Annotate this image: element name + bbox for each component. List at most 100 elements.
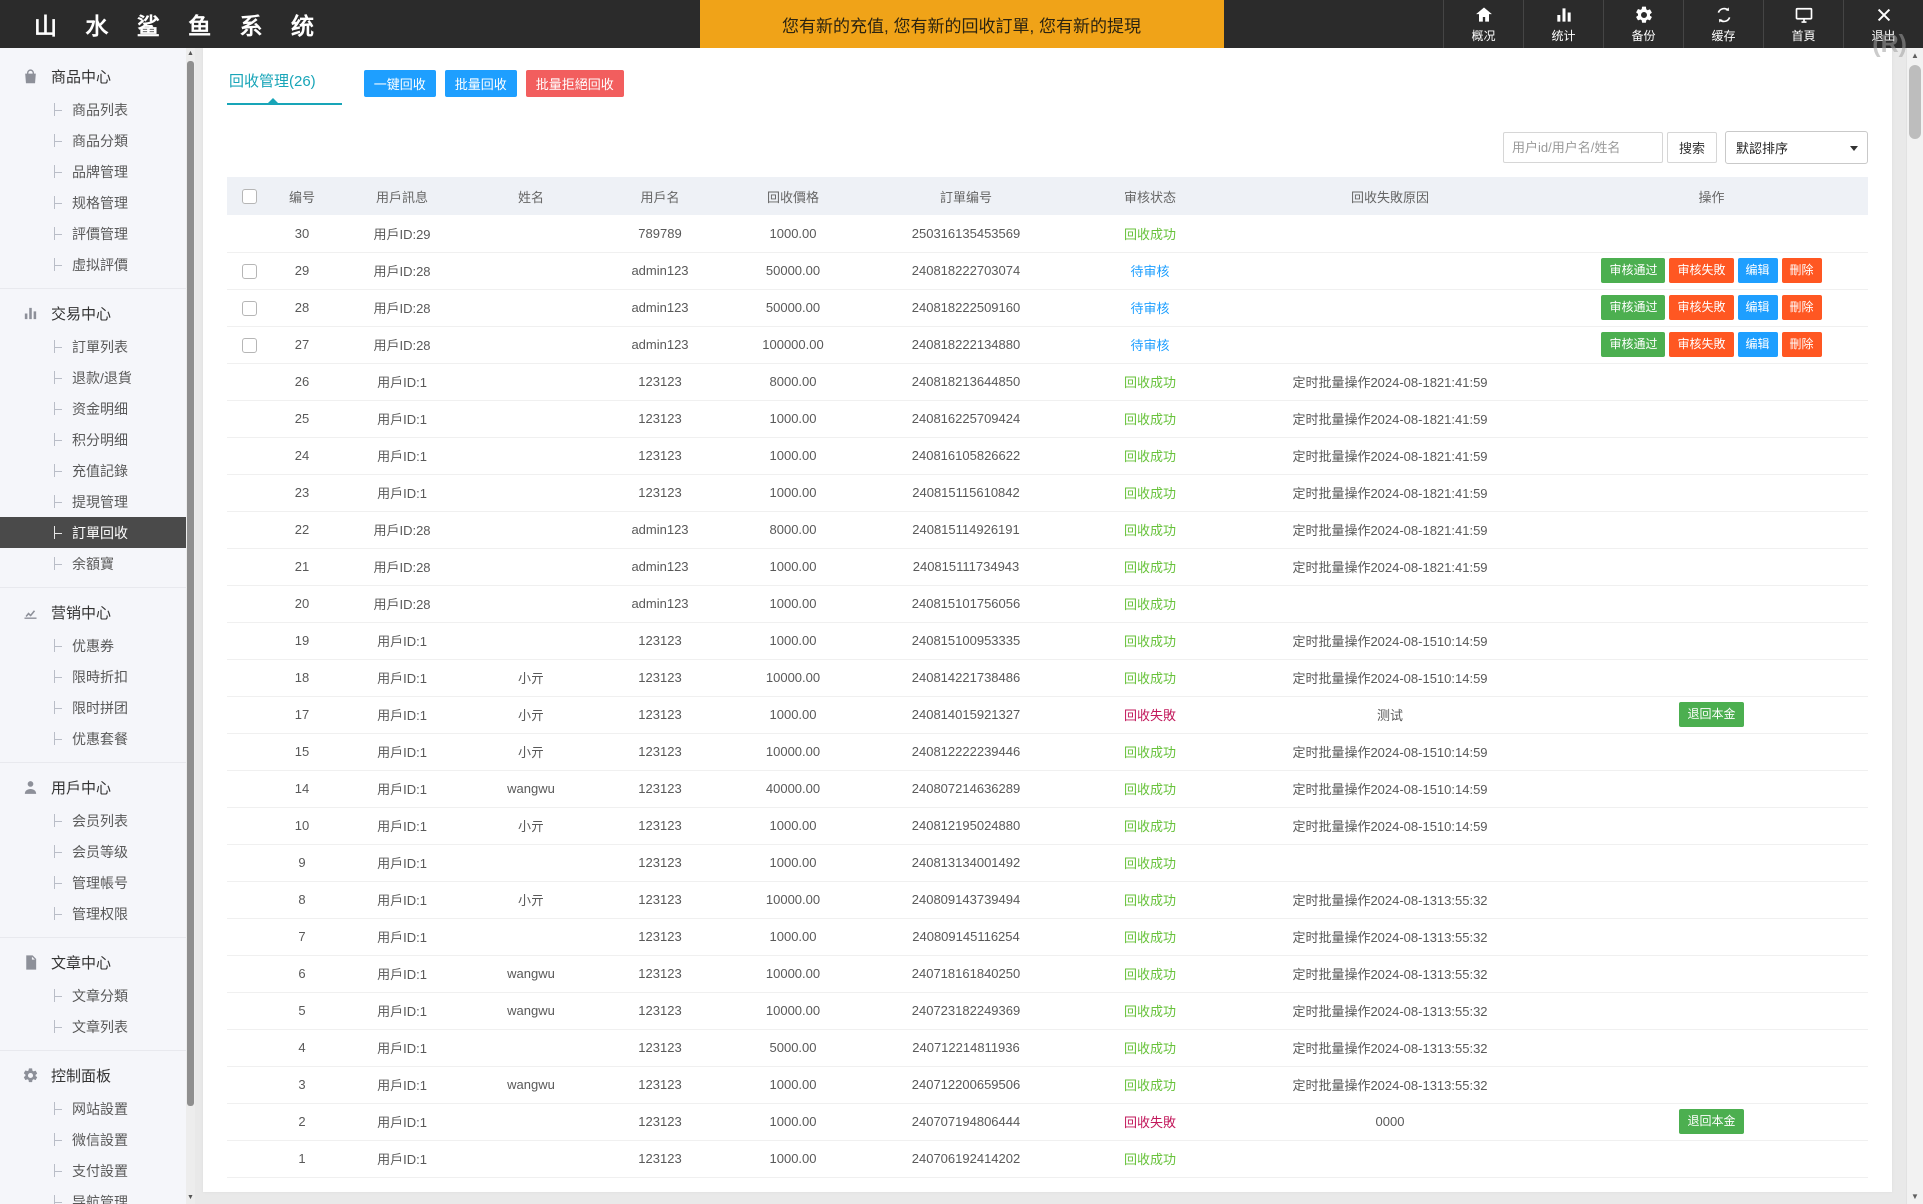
sidebar-item[interactable]: 积分明细 — [0, 424, 186, 455]
fail-reason — [1225, 585, 1555, 623]
fail-reason — [1225, 844, 1555, 882]
delete-button[interactable]: 刪除 — [1781, 258, 1822, 283]
recycle-price: 5000.00 — [729, 1029, 857, 1067]
status-badge: 回收成功 — [1075, 363, 1225, 401]
sidebar-item[interactable]: 虛拟評價 — [0, 249, 186, 280]
sidebar-item[interactable]: 商品分類 — [0, 125, 186, 156]
one-click-recycle-button[interactable]: 一键回收 — [363, 70, 436, 97]
edit-button[interactable]: 编辑 — [1737, 332, 1778, 357]
notification-banner[interactable]: 您有新的充值, 您有新的回收訂單, 您有新的提現 — [699, 0, 1224, 48]
sidebar-item[interactable]: 訂單列表 — [0, 331, 186, 362]
row-id: 26 — [271, 363, 333, 401]
checkbox-cell — [227, 1103, 271, 1141]
sidebar-item[interactable]: 評價管理 — [0, 218, 186, 249]
sidebar-item[interactable]: 商品列表 — [0, 94, 186, 125]
reject-button[interactable]: 审核失敗 — [1669, 332, 1734, 357]
sidebar-scroll-thumb[interactable] — [187, 61, 194, 1106]
sidebar-item[interactable]: 余額寶 — [0, 548, 186, 579]
tree-connector-icon — [54, 1102, 63, 1115]
sidebar-item[interactable]: 限時折扣 — [0, 661, 186, 692]
sidebar-item[interactable]: 会员等级 — [0, 836, 186, 867]
order-number: 240818222509160 — [857, 289, 1075, 327]
username: 123123 — [591, 437, 729, 475]
sidebar-item[interactable]: 退款/退貨 — [0, 362, 186, 393]
sidebar-section-3[interactable]: 用戶中心 — [0, 769, 186, 805]
sidebar-item[interactable]: 充值記錄 — [0, 455, 186, 486]
refund-button[interactable]: 退回本金 — [1679, 702, 1744, 727]
sidebar-section-0[interactable]: 商品中心 — [0, 58, 186, 94]
column-header: 编号 — [271, 177, 333, 215]
sidebar-section-label: 用戶中心 — [51, 779, 112, 797]
row-checkbox[interactable] — [241, 300, 257, 316]
row-checkbox[interactable] — [241, 337, 257, 353]
edit-button[interactable]: 编辑 — [1737, 295, 1778, 320]
scroll-up-icon[interactable]: ▲ — [186, 48, 195, 60]
sidebar-item[interactable]: 优惠券 — [0, 630, 186, 661]
page-scrollbar[interactable]: ▲ ▼ — [1906, 48, 1923, 1204]
sidebar-item[interactable]: 文章分類 — [0, 980, 186, 1011]
actions-cell — [1555, 363, 1868, 401]
search-input[interactable] — [1502, 132, 1663, 163]
approve-button[interactable]: 审核通过 — [1601, 295, 1666, 320]
search-button[interactable]: 搜索 — [1666, 132, 1717, 163]
nav-stats[interactable]: 统计 — [1523, 0, 1603, 48]
sidebar-item-label: 支付設置 — [72, 1162, 128, 1179]
sidebar-item[interactable]: 规格管理 — [0, 187, 186, 218]
approve-button[interactable]: 审核通过 — [1601, 258, 1666, 283]
real-name: 小亓 — [471, 659, 591, 697]
sidebar-section-2[interactable]: 营销中心 — [0, 594, 186, 630]
sidebar-item[interactable]: 网站設置 — [0, 1093, 186, 1124]
order-number: 240723182249369 — [857, 992, 1075, 1030]
sidebar-item[interactable]: 文章列表 — [0, 1011, 186, 1042]
sidebar-item-label: 会员等级 — [72, 843, 128, 860]
delete-button[interactable]: 刪除 — [1781, 295, 1822, 320]
sidebar-item[interactable]: 訂單回收 — [0, 517, 186, 548]
edit-button[interactable]: 编辑 — [1737, 258, 1778, 283]
reject-button[interactable]: 审核失敗 — [1669, 258, 1734, 283]
status-badge: 回收成功 — [1075, 1140, 1225, 1178]
approve-button[interactable]: 审核通过 — [1601, 332, 1666, 357]
nav-backup[interactable]: 备份 — [1603, 0, 1683, 48]
fail-reason: 定时批量操作2024-08-1821:41:59 — [1225, 437, 1555, 475]
sidebar-section-4[interactable]: 文章中心 — [0, 944, 186, 980]
nav-homepage[interactable]: 首頁 — [1763, 0, 1843, 48]
user-info: 用戶ID:28 — [333, 289, 471, 327]
sidebar-item[interactable]: 提現管理 — [0, 486, 186, 517]
sort-select[interactable]: 默認排序 — [1725, 131, 1868, 164]
batch-recycle-button[interactable]: 批量回收 — [444, 70, 517, 97]
tree-connector-icon — [54, 639, 63, 652]
scroll-down-icon[interactable]: ▼ — [1907, 1189, 1923, 1204]
row-id: 5 — [271, 992, 333, 1030]
scroll-up-icon[interactable]: ▲ — [1907, 48, 1923, 63]
tab-recycle-management[interactable]: 回收管理(26) — [227, 62, 342, 105]
nav-cache[interactable]: 缓存 — [1683, 0, 1763, 48]
column-header: 訂單编号 — [857, 177, 1075, 215]
fail-reason: 测试 — [1225, 696, 1555, 734]
sidebar-item[interactable]: 管理权限 — [0, 898, 186, 929]
recycle-price: 1000.00 — [729, 474, 857, 512]
select-all-checkbox[interactable] — [241, 189, 257, 205]
sidebar-section-1[interactable]: 交易中心 — [0, 295, 186, 331]
sidebar-item[interactable]: 优惠套餐 — [0, 723, 186, 754]
delete-button[interactable]: 刪除 — [1781, 332, 1822, 357]
sidebar-item[interactable]: 品牌管理 — [0, 156, 186, 187]
sidebar-scrollbar[interactable]: ▲ ▼ — [186, 48, 195, 1204]
sidebar-item[interactable]: 支付設置 — [0, 1155, 186, 1186]
sidebar-item[interactable]: 导航管理 — [0, 1186, 186, 1204]
refund-button[interactable]: 退回本金 — [1679, 1109, 1744, 1134]
nav-overview[interactable]: 概况 — [1443, 0, 1523, 48]
reject-button[interactable]: 审核失敗 — [1669, 295, 1734, 320]
sidebar-item[interactable]: 会员列表 — [0, 805, 186, 836]
table-row: 14 用戶ID:1 wangwu 123123 40000.00 240807214636… — [227, 770, 1868, 808]
batch-reject-recycle-button[interactable]: 批量拒絕回收 — [525, 70, 624, 97]
scroll-down-icon[interactable]: ▼ — [186, 1192, 195, 1204]
sidebar-item[interactable]: 微信設置 — [0, 1124, 186, 1155]
order-number: 240815111734943 — [857, 548, 1075, 586]
sidebar-item[interactable]: 资金明细 — [0, 393, 186, 424]
sidebar-item[interactable]: 限时拼团 — [0, 692, 186, 723]
page-scroll-thumb[interactable] — [1909, 65, 1921, 139]
row-checkbox[interactable] — [241, 263, 257, 279]
table-row: 4 用戶ID:1 123123 5000.00 240712214811936 回收成功定… — [227, 1029, 1868, 1067]
sidebar-section-5[interactable]: 控制面板 — [0, 1057, 186, 1093]
sidebar-item[interactable]: 管理帳号 — [0, 867, 186, 898]
